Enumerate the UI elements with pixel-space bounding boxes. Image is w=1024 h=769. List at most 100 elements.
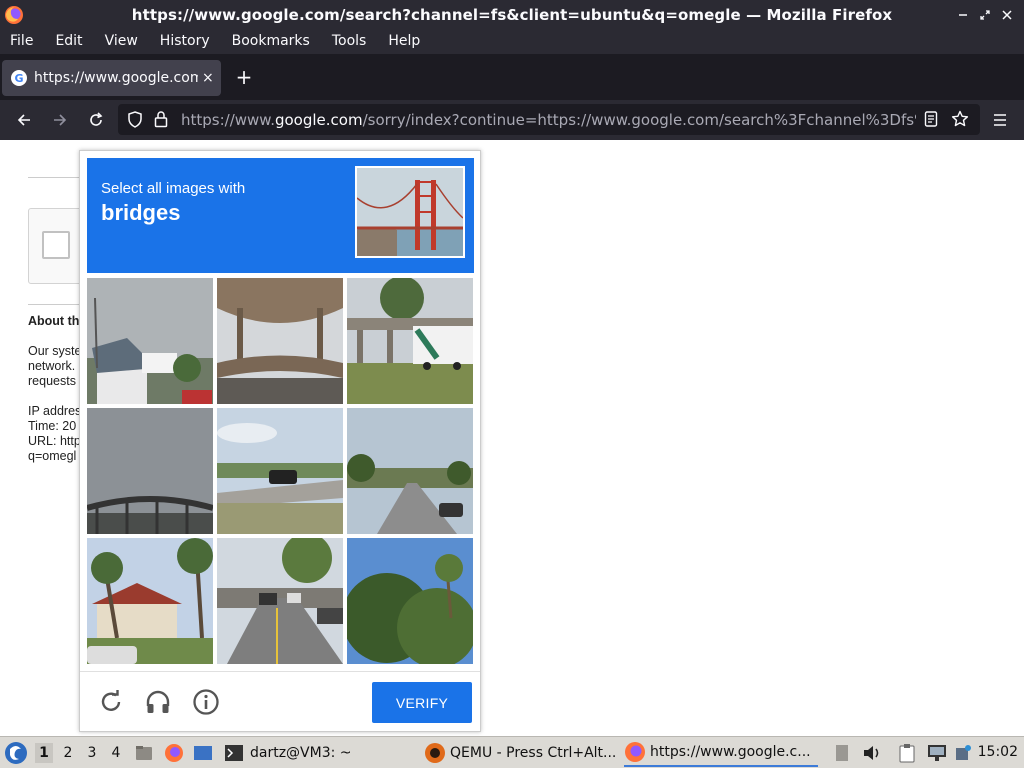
menu-help[interactable]: Help	[377, 30, 431, 54]
file-manager-launcher[interactable]	[134, 737, 154, 769]
navigation-toolbar: https://www.google.com/sorry/index?conti…	[0, 100, 1024, 140]
audio-challenge-button[interactable]	[143, 687, 173, 717]
url-host: google.com	[274, 111, 363, 129]
recaptcha-checkbox[interactable]	[42, 231, 70, 259]
menu-bookmarks[interactable]: Bookmarks	[221, 30, 321, 54]
tab-strip: G https://www.google.com/s × +	[0, 54, 1024, 100]
task-label: https://www.google.c...	[650, 744, 811, 760]
firefox-launcher[interactable]	[164, 737, 184, 769]
network-button[interactable]	[926, 737, 948, 769]
task-qemu[interactable]: QEMU - Press Ctrl+Alt...	[424, 739, 618, 767]
recaptcha-challenge-dialog: Select all images with bridges VERIFY	[79, 150, 481, 732]
headphones-icon	[146, 690, 170, 713]
sample-image	[355, 166, 465, 258]
forward-button[interactable]	[48, 108, 72, 132]
reload-button[interactable]	[84, 108, 108, 132]
firefox-icon	[165, 744, 183, 762]
new-tab-button[interactable]: +	[233, 67, 255, 89]
clipboard-button[interactable]	[898, 737, 916, 769]
image-tile-7[interactable]	[87, 538, 213, 664]
notification-button[interactable]	[954, 737, 972, 769]
info-line: requests	[28, 374, 76, 388]
workspace-3[interactable]: 3	[83, 743, 101, 763]
task-terminal[interactable]: dartz@VM3: ~	[224, 739, 414, 767]
url-line: URL: http	[28, 434, 80, 448]
window-icon	[194, 746, 212, 760]
lock-icon[interactable]	[153, 110, 169, 132]
image-tile-8[interactable]	[217, 538, 343, 664]
minimize-button[interactable]	[952, 6, 974, 24]
challenge-object: bridges	[101, 200, 181, 225]
tracking-protection-shield-icon[interactable]	[127, 111, 143, 132]
ip-address-line: IP addres	[28, 404, 80, 418]
reload-icon	[101, 690, 121, 711]
image-tile-2[interactable]	[217, 278, 343, 404]
google-favicon-icon: G	[11, 70, 27, 86]
notification-icon	[956, 745, 971, 760]
image-tile-6[interactable]	[347, 408, 473, 534]
app-menu-button[interactable]	[988, 108, 1012, 132]
url-text[interactable]: https://www.google.com/sorry/index?conti…	[181, 111, 916, 129]
menu-view[interactable]: View	[94, 30, 149, 54]
workspace-1[interactable]: 1	[35, 743, 53, 763]
help-button[interactable]	[191, 687, 221, 717]
minimize-icon	[959, 14, 967, 16]
image-tile-1[interactable]	[87, 278, 213, 404]
verify-button[interactable]: VERIFY	[372, 682, 472, 723]
qemu-icon	[425, 743, 445, 763]
tray-slot-icon	[836, 745, 848, 761]
menu-tools[interactable]: Tools	[321, 30, 378, 54]
image-tile-9[interactable]	[347, 538, 473, 664]
maximize-icon	[980, 10, 990, 20]
challenge-footer: VERIFY	[80, 671, 480, 731]
reader-view-icon[interactable]	[924, 111, 938, 131]
start-menu-button[interactable]	[4, 737, 28, 769]
task-firefox[interactable]: https://www.google.c...	[624, 739, 818, 767]
firefox-icon	[625, 742, 645, 762]
challenge-header: Select all images with bridges	[87, 158, 474, 273]
back-button[interactable]	[12, 108, 36, 132]
bookmark-star-icon[interactable]	[951, 110, 969, 132]
desktop-launcher[interactable]	[193, 737, 213, 769]
image-tile-4[interactable]	[87, 408, 213, 534]
info-line: Our syste	[28, 344, 80, 358]
maximize-button[interactable]	[974, 6, 996, 24]
terminal-icon	[225, 745, 243, 761]
window-titlebar: https://www.google.com/search?channel=fs…	[0, 0, 1024, 30]
challenge-instruction: Select all images with	[101, 180, 246, 197]
time-line: Time: 20	[28, 419, 77, 433]
info-icon	[193, 689, 219, 715]
image-grid	[87, 278, 474, 665]
hamburger-menu-icon	[994, 114, 1006, 126]
volume-button[interactable]	[862, 737, 882, 769]
reload-icon	[90, 112, 103, 126]
distro-logo-icon	[5, 742, 27, 764]
menu-file[interactable]: File	[0, 30, 44, 54]
close-window-button[interactable]	[996, 6, 1018, 24]
tab-google[interactable]: G https://www.google.com/s ×	[2, 60, 221, 96]
clipboard-icon	[899, 744, 915, 763]
tab-title: https://www.google.com/s	[34, 70, 198, 86]
menubar: File Edit View History Bookmarks Tools H…	[0, 30, 1024, 54]
folder-icon	[136, 746, 152, 760]
forward-arrow-icon	[54, 114, 67, 126]
tray-indicator[interactable]	[834, 737, 850, 769]
speaker-icon	[864, 746, 879, 760]
url-path: /sorry/index?continue=https://www.google…	[362, 111, 916, 129]
url-bar[interactable]: https://www.google.com/sorry/index?conti…	[118, 104, 980, 135]
info-line: network.	[28, 359, 76, 373]
menu-edit[interactable]: Edit	[44, 30, 93, 54]
window-title: https://www.google.com/search?channel=fs…	[131, 6, 893, 24]
about-heading: About th	[28, 314, 80, 328]
task-label: QEMU - Press Ctrl+Alt...	[450, 745, 617, 761]
url-prefix: https://www.	[181, 111, 275, 129]
image-tile-3[interactable]	[347, 278, 473, 404]
menu-history[interactable]: History	[149, 30, 221, 54]
workspace-4[interactable]: 4	[107, 743, 125, 763]
tab-close-button[interactable]: ×	[202, 70, 214, 86]
reload-challenge-button[interactable]	[96, 687, 126, 717]
workspace-2[interactable]: 2	[59, 743, 77, 763]
query-line: q=omegl	[28, 449, 77, 463]
image-tile-5[interactable]	[217, 408, 343, 534]
close-icon	[1002, 10, 1012, 20]
